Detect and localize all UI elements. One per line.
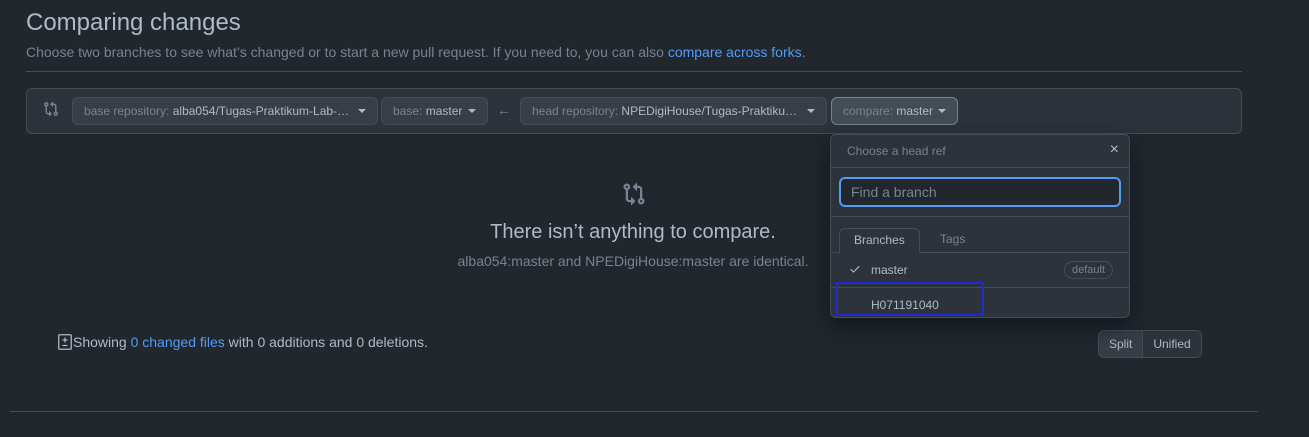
arrow-left-icon: ← bbox=[497, 102, 511, 118]
summary-prefix: Showing bbox=[73, 334, 127, 350]
compare-branch-value: master bbox=[896, 104, 934, 118]
close-icon[interactable]: × bbox=[1110, 142, 1119, 158]
menu-filter bbox=[831, 168, 1129, 217]
diff-view-toggle: Split Unified bbox=[1098, 330, 1202, 358]
summary-suffix: with 0 additions and 0 deletions. bbox=[228, 334, 428, 350]
base-branch-value: master bbox=[425, 104, 463, 118]
compare-across-forks-link[interactable]: compare across forks bbox=[668, 44, 802, 60]
range-editor: base repository: alba054/Tugas-Praktikum… bbox=[26, 88, 1242, 134]
head-repository-select[interactable]: head repository: NPEDigiHouse/Tugas-Prak… bbox=[520, 97, 827, 125]
unified-view-button[interactable]: Unified bbox=[1143, 331, 1201, 357]
base-repository-value: alba054/Tugas-Praktikum-Lab-… bbox=[172, 104, 350, 118]
default-badge: default bbox=[1063, 261, 1113, 279]
branch-name: master bbox=[871, 263, 908, 277]
check-icon bbox=[850, 266, 860, 273]
subtitle-text: Choose two branches to see what’s change… bbox=[26, 44, 664, 60]
head-repository-value: NPEDigiHouse/Tugas-Praktiku… bbox=[621, 104, 798, 118]
find-branch-input[interactable] bbox=[839, 177, 1121, 207]
diff-icon bbox=[58, 334, 72, 350]
compare-branch-label: compare: bbox=[843, 104, 894, 118]
page-subtitle: Choose two branches to see what’s change… bbox=[26, 44, 806, 60]
menu-header: Choose a head ref × bbox=[831, 135, 1129, 168]
caret-down-icon bbox=[807, 109, 815, 113]
base-branch-label: base: bbox=[393, 104, 423, 118]
divider bbox=[26, 71, 1242, 72]
menu-tabs: Branches Tags bbox=[831, 217, 1129, 253]
base-branch-select[interactable]: base: master bbox=[381, 97, 488, 125]
base-repository-label: base repository: bbox=[84, 104, 170, 118]
tab-branches[interactable]: Branches bbox=[839, 228, 920, 253]
split-view-button[interactable]: Split bbox=[1099, 331, 1144, 357]
caret-down-icon bbox=[468, 109, 476, 113]
compare-branch-select[interactable]: compare: master bbox=[831, 97, 958, 125]
changed-files-link[interactable]: 0 changed files bbox=[131, 334, 225, 350]
selection-highlight-box bbox=[836, 282, 984, 316]
page-title: Comparing changes bbox=[26, 9, 241, 36]
base-repository-select[interactable]: base repository: alba054/Tugas-Praktikum… bbox=[72, 97, 378, 125]
git-compare-icon bbox=[623, 182, 645, 206]
git-compare-icon bbox=[44, 101, 59, 117]
tab-tags[interactable]: Tags bbox=[926, 228, 979, 252]
divider bbox=[10, 411, 1258, 412]
subtitle-end: . bbox=[801, 44, 806, 60]
diff-summary: Showing 0 changed files with 0 additions… bbox=[58, 334, 428, 350]
caret-down-icon bbox=[358, 109, 366, 113]
head-repository-label: head repository: bbox=[532, 104, 619, 118]
menu-title: Choose a head ref bbox=[847, 144, 946, 158]
caret-down-icon bbox=[938, 109, 946, 113]
